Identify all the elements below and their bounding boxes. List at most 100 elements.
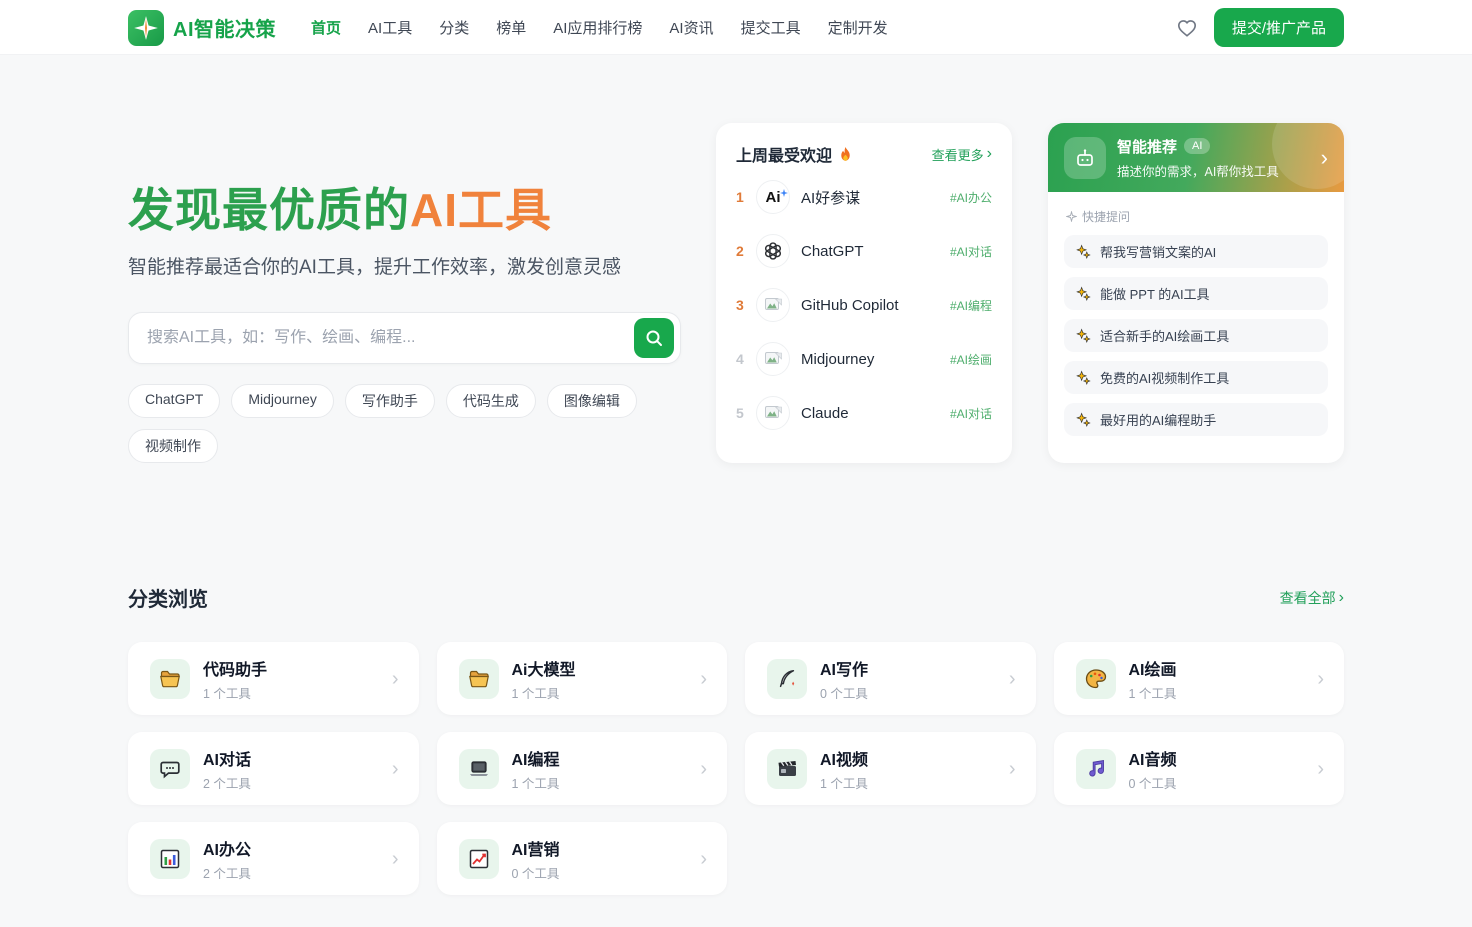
top-nav-bar: AI智能决策 首页 AI工具 分类 榜单 AI应用排行榜 AI资讯 提交工具 定… bbox=[0, 0, 1472, 55]
category-card-ai-drawing[interactable]: AI绘画 1 个工具 › bbox=[1053, 642, 1344, 715]
ai-haocanmou-logo: Ai bbox=[756, 180, 790, 214]
openai-logo-icon bbox=[756, 234, 790, 268]
nav-categories[interactable]: 分类 bbox=[439, 17, 469, 38]
tag-video-production[interactable]: 视频制作 bbox=[128, 428, 218, 463]
category-card-ai-video[interactable]: AI视频 1 个工具 › bbox=[745, 732, 1036, 805]
tool-row-github-copilot[interactable]: 3 GitHub Copilot #AI编程 bbox=[736, 278, 992, 332]
tool-name: GitHub Copilot bbox=[801, 296, 899, 314]
categories-title: 分类浏览 bbox=[128, 589, 208, 611]
quick-question[interactable]: 适合新手的AI绘画工具 bbox=[1064, 319, 1328, 352]
broken-image-icon bbox=[756, 288, 790, 322]
chevron-right-icon: › bbox=[1317, 667, 1324, 690]
search-button[interactable] bbox=[634, 317, 674, 358]
hero-section: 发现最优质的AI工具 智能推荐最适合你的AI工具，提升工作效率，激发创意灵感 C… bbox=[128, 55, 1344, 463]
ai-badge: AI bbox=[1184, 138, 1211, 154]
favorites-heart-icon[interactable] bbox=[1176, 18, 1198, 38]
hero-subtitle: 智能推荐最适合你的AI工具，提升工作效率，激发创意灵感 bbox=[128, 256, 621, 278]
category-card-code-assistant[interactable]: 代码助手 1 个工具 › bbox=[128, 642, 419, 715]
search-input[interactable] bbox=[147, 328, 634, 347]
tag-code-generation[interactable]: 代码生成 bbox=[445, 383, 536, 418]
chevron-right-icon: › bbox=[700, 847, 707, 870]
search-icon bbox=[645, 329, 663, 347]
chevron-right-icon: › bbox=[986, 145, 992, 162]
tool-name: AI好参谋 bbox=[801, 189, 861, 207]
sparkles-icon bbox=[1076, 286, 1091, 301]
category-card-ai-chat[interactable]: AI对话 2 个工具 › bbox=[128, 732, 419, 805]
blue-spark-icon bbox=[779, 184, 788, 201]
category-card-ai-llm[interactable]: Ai大模型 1 个工具 › bbox=[436, 642, 727, 715]
nav-ai-tools[interactable]: AI工具 bbox=[368, 17, 412, 38]
brand[interactable]: AI智能决策 bbox=[128, 9, 276, 46]
tool-category-tag: #AI对话 bbox=[949, 406, 992, 421]
smart-recommend-card: 智能推荐 AI 描述你的需求，AI帮你找工具 › 快捷提问 帮我写营销文案的AI… bbox=[1048, 123, 1344, 463]
sparkles-icon bbox=[1076, 370, 1091, 385]
sparkles-icon bbox=[1076, 412, 1091, 427]
chevron-right-icon: › bbox=[1008, 757, 1016, 780]
quick-question[interactable]: 最好用的AI编程助手 bbox=[1064, 403, 1328, 436]
smart-recommend-header[interactable]: 智能推荐 AI 描述你的需求，AI帮你找工具 › bbox=[1048, 123, 1344, 192]
folder-icon bbox=[150, 658, 190, 699]
view-all-link[interactable]: 查看全部 › bbox=[1280, 588, 1344, 608]
popular-last-week-card: 上周最受欢迎 查看更多 › 1 Ai AI好参谋 #AI办公 2 ChatGPT… bbox=[716, 123, 1012, 463]
tool-row-midjourney[interactable]: 4 Midjourney #AI绘画 bbox=[736, 332, 992, 386]
sparkles-icon bbox=[1076, 244, 1091, 259]
nav-home[interactable]: 首页 bbox=[311, 17, 341, 38]
tag-writing-assistant[interactable]: 写作助手 bbox=[344, 383, 435, 418]
view-more-link[interactable]: 查看更多 › bbox=[932, 145, 992, 164]
clapperboard-icon bbox=[767, 748, 807, 789]
chevron-right-icon: › bbox=[1317, 757, 1324, 780]
tool-name: ChatGPT bbox=[801, 242, 864, 260]
chevron-right-icon: › bbox=[700, 667, 707, 690]
tag-midjourney[interactable]: Midjourney bbox=[231, 383, 334, 418]
nav-app-leaderboard[interactable]: AI应用排行榜 bbox=[553, 17, 642, 38]
chat-bubble-icon bbox=[150, 748, 190, 789]
nav-rankings[interactable]: 榜单 bbox=[496, 17, 526, 38]
tool-category-tag: #AI办公 bbox=[949, 190, 992, 205]
rank-number: 3 bbox=[736, 297, 744, 313]
music-note-icon bbox=[1075, 748, 1116, 789]
quick-question[interactable]: 免费的AI视频制作工具 bbox=[1064, 361, 1328, 394]
page-title: 发现最优质的AI工具 bbox=[128, 184, 552, 236]
tool-row-ai-haocanmou[interactable]: 1 Ai AI好参谋 #AI办公 bbox=[736, 170, 992, 224]
chevron-right-icon: › bbox=[391, 667, 399, 690]
quill-icon bbox=[767, 658, 807, 699]
chevron-right-icon: › bbox=[391, 757, 399, 780]
smart-recommend-title: 智能推荐 bbox=[1117, 138, 1178, 156]
trend-chart-icon bbox=[458, 838, 499, 879]
quick-questions-label: 快捷提问 bbox=[1066, 208, 1328, 225]
nav-ai-news[interactable]: AI资讯 bbox=[669, 17, 713, 38]
tool-row-chatgpt[interactable]: 2 ChatGPT #AI对话 bbox=[736, 224, 992, 278]
brand-name: AI智能决策 bbox=[173, 19, 276, 41]
quick-question[interactable]: 能做 PPT 的AI工具 bbox=[1064, 277, 1328, 310]
search-bar bbox=[128, 311, 681, 364]
submit-promote-button[interactable]: 提交/推广产品 bbox=[1213, 8, 1344, 47]
quick-question[interactable]: 帮我写营销文案的AI bbox=[1064, 235, 1328, 268]
nav-custom-dev[interactable]: 定制开发 bbox=[828, 17, 888, 38]
tool-row-claude[interactable]: 5 Claude #AI对话 bbox=[736, 386, 992, 440]
robot-icon bbox=[1064, 136, 1106, 179]
laptop-icon bbox=[458, 748, 499, 789]
smart-recommend-subtitle: 描述你的需求，AI帮你找工具 bbox=[1117, 164, 1279, 179]
folder-icon bbox=[458, 658, 499, 699]
tool-category-tag: #AI编程 bbox=[949, 298, 992, 313]
nav-submit-tool[interactable]: 提交工具 bbox=[741, 17, 801, 38]
sparkles-icon bbox=[1076, 328, 1091, 343]
rank-number: 4 bbox=[736, 351, 744, 367]
tag-chatgpt[interactable]: ChatGPT bbox=[128, 383, 221, 418]
category-card-ai-office[interactable]: AI办公 2 个工具 › bbox=[128, 822, 419, 895]
tool-name: Claude bbox=[801, 404, 849, 422]
category-card-ai-marketing[interactable]: AI营销 0 个工具 › bbox=[436, 822, 727, 895]
palette-icon bbox=[1075, 658, 1116, 699]
category-card-ai-coding[interactable]: AI编程 1 个工具 › bbox=[436, 732, 727, 805]
hot-search-tags: ChatGPT Midjourney 写作助手 代码生成 图像编辑 视频制作 bbox=[128, 383, 688, 463]
tool-category-tag: #AI绘画 bbox=[949, 352, 992, 367]
rank-number: 5 bbox=[736, 405, 744, 421]
category-card-ai-writing[interactable]: AI写作 0 个工具 › bbox=[745, 642, 1036, 715]
main-nav: 首页 AI工具 分类 榜单 AI应用排行榜 AI资讯 提交工具 定制开发 bbox=[311, 17, 888, 38]
tag-image-editing[interactable]: 图像编辑 bbox=[546, 383, 637, 418]
rank-number: 2 bbox=[736, 243, 744, 259]
category-card-ai-audio[interactable]: AI音频 0 个工具 › bbox=[1053, 732, 1344, 805]
popular-card-title: 上周最受欢迎 bbox=[736, 142, 853, 166]
chevron-right-icon[interactable]: › bbox=[1321, 145, 1328, 171]
tool-name: Midjourney bbox=[801, 350, 875, 368]
